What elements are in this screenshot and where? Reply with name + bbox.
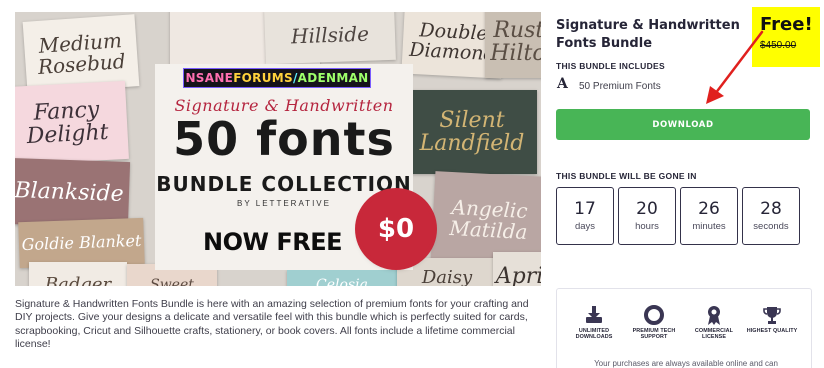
trophy-icon (763, 307, 781, 324)
red-arrow-annotation-icon (706, 30, 764, 104)
lifebuoy-icon (644, 305, 664, 325)
now-free-banner: NOW FREE (203, 228, 342, 256)
countdown-unit: days (574, 221, 596, 233)
countdown-minutes: 26 minutes (680, 187, 738, 245)
countdown-label: THIS BUNDLE WILL BE GONE IN (556, 171, 697, 181)
countdown-days: 17 days (556, 187, 614, 245)
forum-watermark: NSANE FORUMS / ADENMAN (183, 68, 371, 88)
hero-subtitle: BUNDLE COLLECTION (156, 172, 412, 196)
download-button[interactable]: DOWNLOAD (556, 109, 810, 140)
purchase-note: Your purchases are always available onli… (594, 359, 778, 368)
download-tray-icon (586, 306, 602, 323)
bundle-includes-label: THIS BUNDLE INCLUDES (556, 61, 665, 71)
font-card-blankside: Blankside (15, 157, 131, 229)
font-card-goldie-blanket: Goldie Blanket (18, 217, 145, 269)
price-seal-badge: $0 (359, 192, 433, 266)
font-card-celosia: Celosia (287, 270, 397, 286)
countdown-value: 26 (698, 198, 720, 219)
countdown-unit: minutes (692, 221, 726, 233)
features-panel: UNLIMITED DOWNLOADS PREMIUM TECH SUPPORT… (556, 288, 812, 368)
feature-highest-quality: HIGHEST QUALITY (743, 304, 801, 334)
countdown-unit: hours (635, 221, 659, 233)
font-card-april: April (493, 252, 541, 286)
font-card-fancy-delight: Fancy Delight (15, 80, 129, 166)
feature-label: UNLIMITED DOWNLOADS (575, 328, 613, 341)
countdown-value: 28 (760, 198, 782, 219)
feature-label: HIGHEST QUALITY (746, 328, 798, 334)
feature-premium-tech-support: PREMIUM TECH SUPPORT (625, 304, 683, 341)
font-card-hillside: Hillside (264, 12, 396, 65)
feature-unlimited-downloads: UNLIMITED DOWNLOADS (565, 304, 623, 341)
bundle-description: Signature & Handwritten Fonts Bundle is … (15, 298, 529, 351)
font-card-badger: Badger (29, 262, 127, 286)
feature-label: PREMIUM TECH SUPPORT (632, 328, 676, 341)
bundle-hero-image: Medium Rosebud Hillside Double Diamond R… (15, 12, 541, 286)
font-card-silent-landfield: Silent Landfield (407, 90, 537, 174)
hero-big-title: 50 fonts (173, 112, 395, 166)
countdown-hours: 20 hours (618, 187, 676, 245)
font-letter-icon: A (557, 76, 568, 92)
countdown-timer: 17 days 20 hours 26 minutes 28 seconds (556, 187, 800, 245)
feature-commercial-license: COMMERCIAL LICENSE (685, 304, 743, 341)
countdown-value: 17 (574, 198, 596, 219)
feature-label: COMMERCIAL LICENSE (694, 328, 734, 341)
countdown-unit: seconds (753, 221, 789, 233)
countdown-seconds: 28 seconds (742, 187, 800, 245)
countdown-value: 20 (636, 198, 658, 219)
font-card-rusty-hilton: Rusty Hilton (485, 12, 541, 78)
font-count-text: 50 Premium Fonts (579, 81, 661, 92)
ribbon-award-icon (708, 306, 720, 325)
